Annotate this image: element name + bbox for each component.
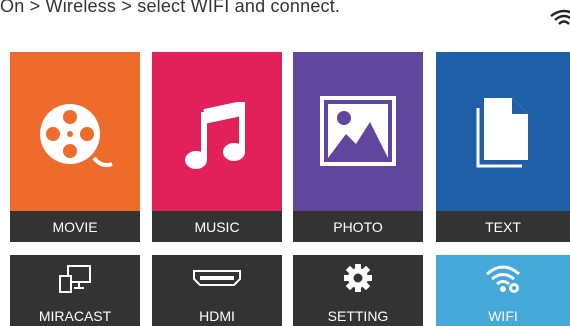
tile-setting-label: SETTING [327, 308, 389, 324]
tile-wifi-label: WIFI [488, 308, 518, 324]
wifi-settings-icon [436, 263, 570, 295]
music-note-icon [152, 102, 282, 172]
tile-text[interactable]: TEXT [436, 52, 570, 242]
tile-photo-label: PHOTO [293, 211, 423, 242]
tile-hdmi[interactable]: HDMI [152, 255, 282, 326]
screen-mirror-icon [10, 264, 140, 294]
tile-hdmi-label: HDMI [199, 308, 235, 324]
photo-icon [293, 94, 423, 168]
app-grid: MOVIE MUSIC PHOTO TEXT MIRACAST HDMI SET… [10, 52, 570, 326]
tile-movie-label: MOVIE [10, 211, 140, 242]
tile-music-label: MUSIC [152, 211, 282, 242]
film-reel-icon [10, 100, 140, 172]
tile-photo[interactable]: PHOTO [293, 52, 423, 242]
tile-music[interactable]: MUSIC [152, 52, 282, 242]
document-icon [436, 94, 570, 170]
instruction-text: On > Wireless > select WIFI and connect. [0, 0, 341, 16]
wifi-icon [549, 8, 570, 26]
tile-text-label: TEXT [436, 211, 570, 242]
hdmi-icon [152, 269, 282, 287]
tile-miracast[interactable]: MIRACAST [10, 255, 140, 326]
tile-movie[interactable]: MOVIE [10, 52, 140, 242]
tile-wifi[interactable]: WIFI [436, 255, 570, 326]
gear-icon [293, 263, 423, 293]
tile-miracast-label: MIRACAST [38, 308, 112, 324]
tile-setting[interactable]: SETTING [293, 255, 423, 326]
